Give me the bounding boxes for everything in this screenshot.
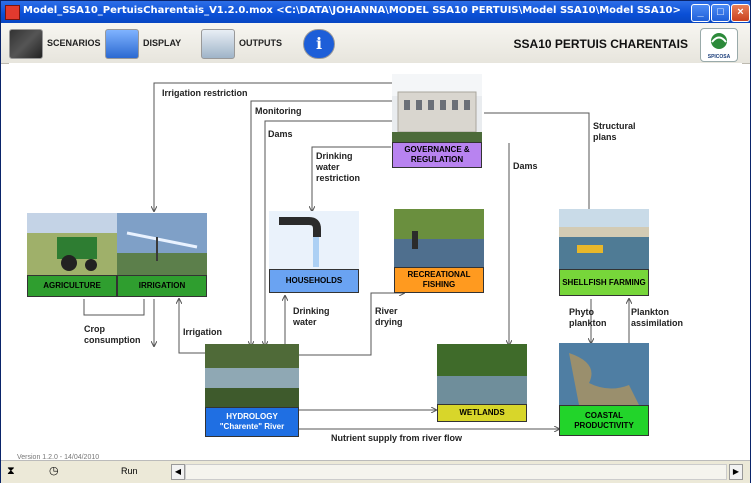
label-monitoring: Monitoring (255, 106, 302, 116)
node-governance[interactable]: GOVERNANCE & REGULATION (392, 74, 482, 169)
wetlands-image (437, 344, 527, 404)
building-image (392, 74, 482, 142)
node-shellfish[interactable]: SHELLFISH FARMING (559, 209, 649, 299)
clock-icon: ◷ (49, 465, 59, 477)
coastline-image (559, 343, 649, 405)
maximize-button[interactable]: □ (711, 4, 730, 22)
app-icon (5, 5, 20, 20)
node-recreational[interactable]: RECREATIONAL FISHING (394, 209, 484, 294)
horizontal-scrollbar[interactable] (185, 464, 727, 480)
label-dams-1: Dams (268, 129, 293, 139)
document-icon (201, 29, 235, 59)
edge-crop-consumption (83, 299, 145, 316)
harbor-image (559, 209, 649, 269)
title-bar[interactable]: Model_SSA10_PertuisCharentais_V1.2.0.mox… (1, 1, 750, 23)
hourglass-icon: ⧗ (7, 465, 15, 477)
run-label: Run (121, 466, 138, 476)
outputs-label: OUTPUTS (239, 38, 283, 48)
scroll-right-button[interactable]: ▶ (729, 464, 743, 480)
node-coastal[interactable]: COASTAL PRODUCTIVITY (559, 343, 649, 438)
label-nutrient-supply: Nutrient supply from river flow (331, 433, 463, 443)
node-households[interactable]: HOUSEHOLDS (269, 211, 359, 295)
governance-label: GOVERNANCE & REGULATION (392, 142, 482, 168)
minimize-button[interactable]: _ (691, 4, 710, 22)
label-structural-plans: Structural plans (593, 121, 636, 142)
label-drinking-restriction: Drinking water restriction (316, 151, 361, 183)
wetlands-label: WETLANDS (437, 404, 527, 422)
recreational-label: RECREATIONAL FISHING (394, 267, 484, 293)
label-drinking-water: Drinking water (293, 306, 330, 327)
diagram-canvas: GOVERNANCE & REGULATION AGRICULTURE IRRI… (9, 63, 742, 463)
hydrology-label: HYDROLOGY "Charente" River (205, 407, 299, 437)
info-icon: i (303, 29, 335, 59)
scroll-left-button[interactable]: ◀ (171, 464, 185, 480)
window-title: Model_SSA10_PertuisCharentais_V1.2.0.mox… (23, 5, 681, 16)
label-phyto-plankton: Phyto plankton (569, 307, 607, 328)
node-wetlands[interactable]: WETLANDS (437, 344, 527, 422)
scenarios-label: SCENARIOS (47, 38, 101, 48)
label-dams-2: Dams (513, 161, 538, 171)
clapperboard-icon (9, 29, 43, 59)
farm-images (27, 213, 207, 275)
application-window: Model_SSA10_PertuisCharentais_V1.2.0.mox… (0, 0, 751, 483)
status-bar: ⧗ ◷ Run ◀ ▶ (1, 460, 750, 483)
label-plankton-assimilation: Plankton assimilation (631, 307, 684, 328)
fishing-image (394, 209, 484, 267)
node-hydrology[interactable]: HYDROLOGY "Charente" River (205, 344, 299, 439)
edge-irrigation-back (179, 299, 205, 354)
svg-text:SPICOSA: SPICOSA (708, 54, 731, 60)
close-button[interactable]: × (731, 4, 750, 22)
spicosa-logo: SPICOSA (700, 28, 738, 62)
label-irrigation: Irrigation (183, 327, 223, 337)
shellfish-label: SHELLFISH FARMING (559, 269, 649, 296)
agriculture-label: AGRICULTURE (27, 275, 117, 297)
toolbar: SCENARIOS DISPLAY OUTPUTS i SSA10 PERTUI… (1, 23, 750, 64)
tap-image (269, 211, 359, 269)
chart-icon (105, 29, 139, 59)
logo-graphic: SPICOSA (708, 33, 731, 60)
node-agriculture-irrigation[interactable]: AGRICULTURE IRRIGATION (27, 213, 207, 299)
display-label: DISPLAY (143, 38, 182, 48)
river-image (205, 344, 299, 407)
households-label: HOUSEHOLDS (269, 269, 359, 293)
label-river-drying: River drying (375, 306, 403, 327)
label-irrigation-restriction: Irrigation restriction (162, 88, 248, 98)
coastal-label: COASTAL PRODUCTIVITY (559, 405, 649, 436)
label-crop-consumption: Crop consumption (84, 324, 141, 345)
irrigation-label: IRRIGATION (117, 275, 207, 297)
model-title: SSA10 PERTUIS CHARENTAIS (513, 37, 688, 51)
